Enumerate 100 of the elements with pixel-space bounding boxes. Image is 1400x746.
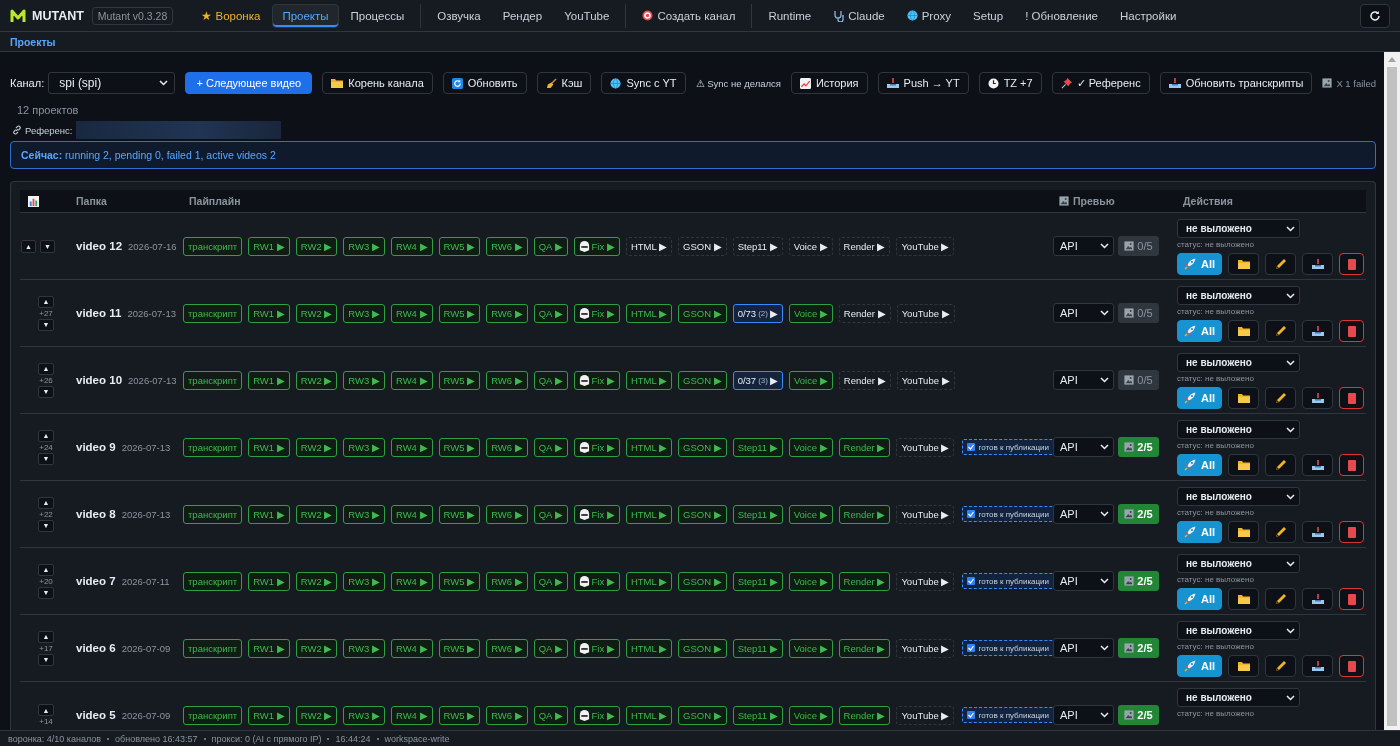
- pipeline-step[interactable]: RW6 ▶: [486, 437, 528, 457]
- pipeline-step[interactable]: RW2 ▶: [295, 303, 338, 323]
- edit-button[interactable]: [1265, 655, 1296, 677]
- pipeline-step[interactable]: RW6 ▶: [486, 370, 528, 390]
- pipeline-step[interactable]: Voice ▶: [788, 370, 833, 390]
- breadcrumb-link[interactable]: Проекты: [10, 35, 56, 48]
- pipeline-step[interactable]: Render ▶: [838, 236, 891, 256]
- pipeline-step[interactable]: RW1 ▶: [248, 705, 290, 725]
- nav-tab[interactable]: Runtime: [758, 3, 822, 28]
- delete-button[interactable]: [1339, 655, 1364, 677]
- folder-button[interactable]: [1228, 588, 1259, 610]
- pipeline-step[interactable]: транскрипт: [183, 236, 243, 256]
- toolbar-button[interactable]: Обновить: [442, 72, 527, 94]
- pipeline-step[interactable]: HTML ▶: [625, 370, 673, 390]
- delete-button[interactable]: [1339, 521, 1364, 543]
- preview-count-badge[interactable]: 2/5: [1118, 504, 1159, 524]
- preview-mode-select[interactable]: API: [1053, 236, 1114, 256]
- pipeline-step[interactable]: RW3 ▶: [343, 437, 385, 457]
- edit-button[interactable]: [1265, 454, 1296, 476]
- pipeline-step[interactable]: RW3 ▶: [343, 504, 385, 524]
- folder-button[interactable]: [1228, 320, 1259, 342]
- upload-button[interactable]: [1302, 320, 1333, 342]
- pipeline-step[interactable]: RW1 ▶: [248, 370, 290, 390]
- folder-button[interactable]: [1228, 521, 1259, 543]
- nav-tab[interactable]: Настройки: [1109, 3, 1187, 28]
- toolbar-button[interactable]: Кэш: [536, 72, 592, 94]
- pipeline-step[interactable]: Step11 ▶: [732, 504, 783, 524]
- pipeline-step[interactable]: HTML ▶: [625, 303, 673, 323]
- preview-mode-select[interactable]: API: [1053, 705, 1114, 725]
- toolbar-button[interactable]: История: [790, 72, 868, 94]
- pipeline-step[interactable]: Step11 ▶: [732, 571, 783, 591]
- scrollbar[interactable]: [1384, 52, 1400, 730]
- pipeline-step[interactable]: RW2 ▶: [295, 236, 338, 256]
- pipeline-step[interactable]: RW6 ▶: [486, 638, 528, 658]
- publish-status-select[interactable]: не выложено: [1177, 688, 1300, 707]
- preview-count-badge[interactable]: 2/5: [1118, 705, 1159, 725]
- publish-status-select[interactable]: не выложено: [1177, 621, 1300, 640]
- pipeline-step[interactable]: RW3 ▶: [343, 370, 385, 390]
- pipeline-step[interactable]: HTML ▶: [625, 504, 673, 524]
- pipeline-step[interactable]: GSON ▶: [678, 370, 727, 390]
- publish-status-select[interactable]: не выложено: [1177, 353, 1300, 372]
- pipeline-step[interactable]: RW2 ▶: [295, 638, 338, 658]
- pipeline-step[interactable]: GSON ▶: [678, 638, 727, 658]
- pipeline-step[interactable]: Fix ▶: [573, 370, 620, 390]
- toolbar-button[interactable]: Обновить транскрипты: [1159, 72, 1313, 94]
- delete-button[interactable]: [1339, 454, 1364, 476]
- pipeline-step[interactable]: QA ▶: [533, 236, 568, 256]
- pipeline-step[interactable]: RW1 ▶: [248, 303, 290, 323]
- pipeline-step[interactable]: GSON ▶: [678, 437, 727, 457]
- pipeline-step[interactable]: Render ▶: [838, 571, 891, 591]
- pipeline-step[interactable]: Fix ▶: [573, 705, 620, 725]
- pipeline-step[interactable]: Fix ▶: [573, 504, 620, 524]
- pipeline-step[interactable]: RW4 ▶: [390, 236, 433, 256]
- edit-button[interactable]: [1265, 588, 1296, 610]
- pipeline-step[interactable]: Voice ▶: [788, 571, 833, 591]
- pipeline-step[interactable]: RW5 ▶: [438, 303, 481, 323]
- upload-button[interactable]: [1302, 253, 1333, 275]
- pipeline-step[interactable]: RW1 ▶: [248, 571, 290, 591]
- pipeline-step[interactable]: Voice ▶: [788, 705, 833, 725]
- pipeline-step[interactable]: транскрипт: [183, 705, 243, 725]
- pipeline-step[interactable]: RW5 ▶: [438, 370, 481, 390]
- edit-button[interactable]: [1265, 320, 1296, 342]
- pipeline-step[interactable]: RW3 ▶: [343, 236, 385, 256]
- pipeline-step[interactable]: GSON ▶: [678, 705, 727, 725]
- nav-tab[interactable]: Setup: [963, 3, 1014, 28]
- pipeline-step[interactable]: RW3 ▶: [343, 571, 385, 591]
- pipeline-step[interactable]: RW4 ▶: [390, 705, 433, 725]
- pipeline-step[interactable]: транскрипт: [183, 638, 243, 658]
- pipeline-step[interactable]: Voice ▶: [788, 437, 833, 457]
- preview-count-badge[interactable]: 2/5: [1118, 437, 1159, 457]
- pipeline-step[interactable]: Render ▶: [838, 638, 891, 658]
- pipeline-step[interactable]: Fix ▶: [573, 571, 620, 591]
- pipeline-step[interactable]: RW2 ▶: [295, 504, 338, 524]
- pipeline-step[interactable]: RW4 ▶: [390, 571, 433, 591]
- pipeline-step[interactable]: RW2 ▶: [295, 705, 338, 725]
- delete-button[interactable]: [1339, 387, 1364, 409]
- preview-mode-select[interactable]: API: [1053, 303, 1114, 323]
- pipeline-step[interactable]: Step11 ▶: [732, 638, 783, 658]
- publish-status-select[interactable]: не выложено: [1177, 554, 1300, 573]
- publish-status-select[interactable]: не выложено: [1177, 420, 1300, 439]
- pipeline-step[interactable]: QA ▶: [533, 303, 568, 323]
- pipeline-step[interactable]: RW1 ▶: [248, 638, 290, 658]
- nav-tab[interactable]: Озвучка: [427, 3, 491, 28]
- toolbar-button[interactable]: TZ +7: [978, 72, 1042, 94]
- pipeline-step[interactable]: GSON ▶: [678, 504, 727, 524]
- pipeline-step[interactable]: Render ▶: [838, 705, 891, 725]
- preview-count-badge[interactable]: 2/5: [1118, 638, 1159, 658]
- edit-button[interactable]: [1265, 253, 1296, 275]
- pipeline-step[interactable]: Step11 ▶: [732, 437, 783, 457]
- pipeline-step[interactable]: RW5 ▶: [438, 504, 481, 524]
- edit-button[interactable]: [1265, 387, 1296, 409]
- pipeline-step[interactable]: RW6 ▶: [486, 303, 528, 323]
- pipeline-step[interactable]: Fix ▶: [573, 303, 620, 323]
- pipeline-step[interactable]: YouTube ▶: [896, 236, 955, 256]
- preview-mode-select[interactable]: API: [1053, 504, 1114, 524]
- nav-tab[interactable]: Проекты: [272, 3, 339, 28]
- pipeline-step[interactable]: RW6 ▶: [486, 236, 528, 256]
- pipeline-step[interactable]: GSON ▶: [678, 236, 727, 256]
- pipeline-step[interactable]: RW2 ▶: [295, 571, 338, 591]
- pipeline-step[interactable]: Fix ▶: [573, 236, 620, 256]
